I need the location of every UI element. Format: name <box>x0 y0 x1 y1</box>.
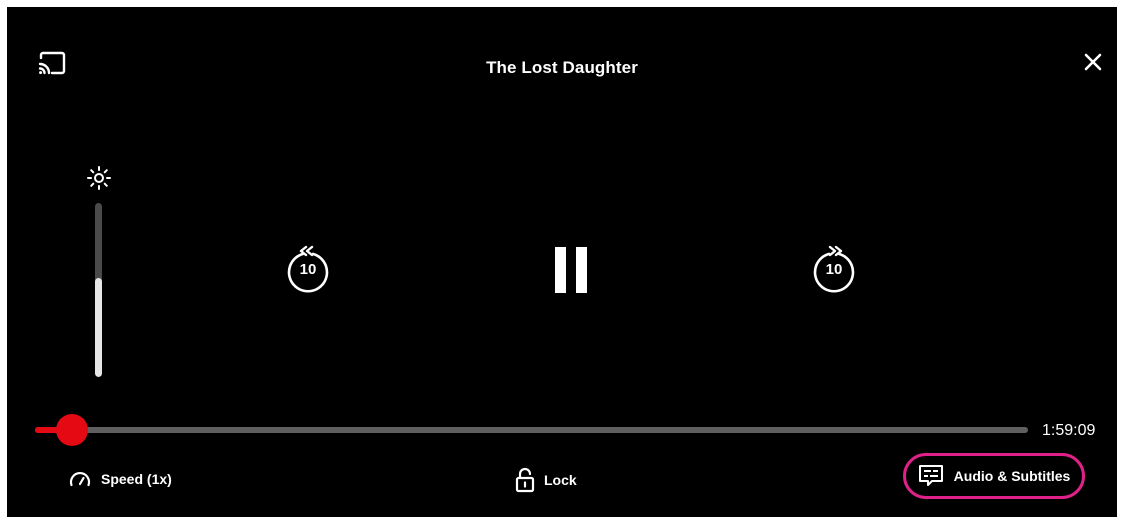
audio-subtitles-label: Audio & Subtitles <box>953 468 1071 484</box>
unlocked-icon <box>515 467 535 493</box>
rewind-10-button[interactable]: 10 <box>284 244 332 301</box>
pause-button[interactable] <box>553 244 589 301</box>
progress-bar[interactable] <box>35 414 1028 446</box>
forward-10-button[interactable]: 10 <box>810 244 858 301</box>
subtitles-icon <box>918 464 944 488</box>
time-remaining: 1:59:09 <box>1042 422 1096 439</box>
brightness-icon <box>86 165 112 191</box>
close-icon[interactable] <box>1083 52 1103 72</box>
video-player[interactable]: The Lost Daughter 10 10 1:59:09 Speed (1… <box>7 7 1117 517</box>
forward-seconds-label: 10 <box>825 261 843 278</box>
lock-button[interactable]: Lock <box>515 467 577 493</box>
audio-subtitles-button[interactable]: Audio & Subtitles <box>903 453 1085 499</box>
lock-label: Lock <box>544 472 577 488</box>
speed-label: Speed (1x) <box>101 471 172 487</box>
video-title: The Lost Daughter <box>486 58 638 77</box>
rewind-seconds-label: 10 <box>299 261 317 278</box>
speedometer-icon <box>68 470 92 488</box>
progress-thumb[interactable] <box>55 414 88 446</box>
brightness-slider[interactable] <box>95 203 102 377</box>
speed-button[interactable]: Speed (1x) <box>68 470 172 488</box>
brightness-level <box>95 277 102 377</box>
